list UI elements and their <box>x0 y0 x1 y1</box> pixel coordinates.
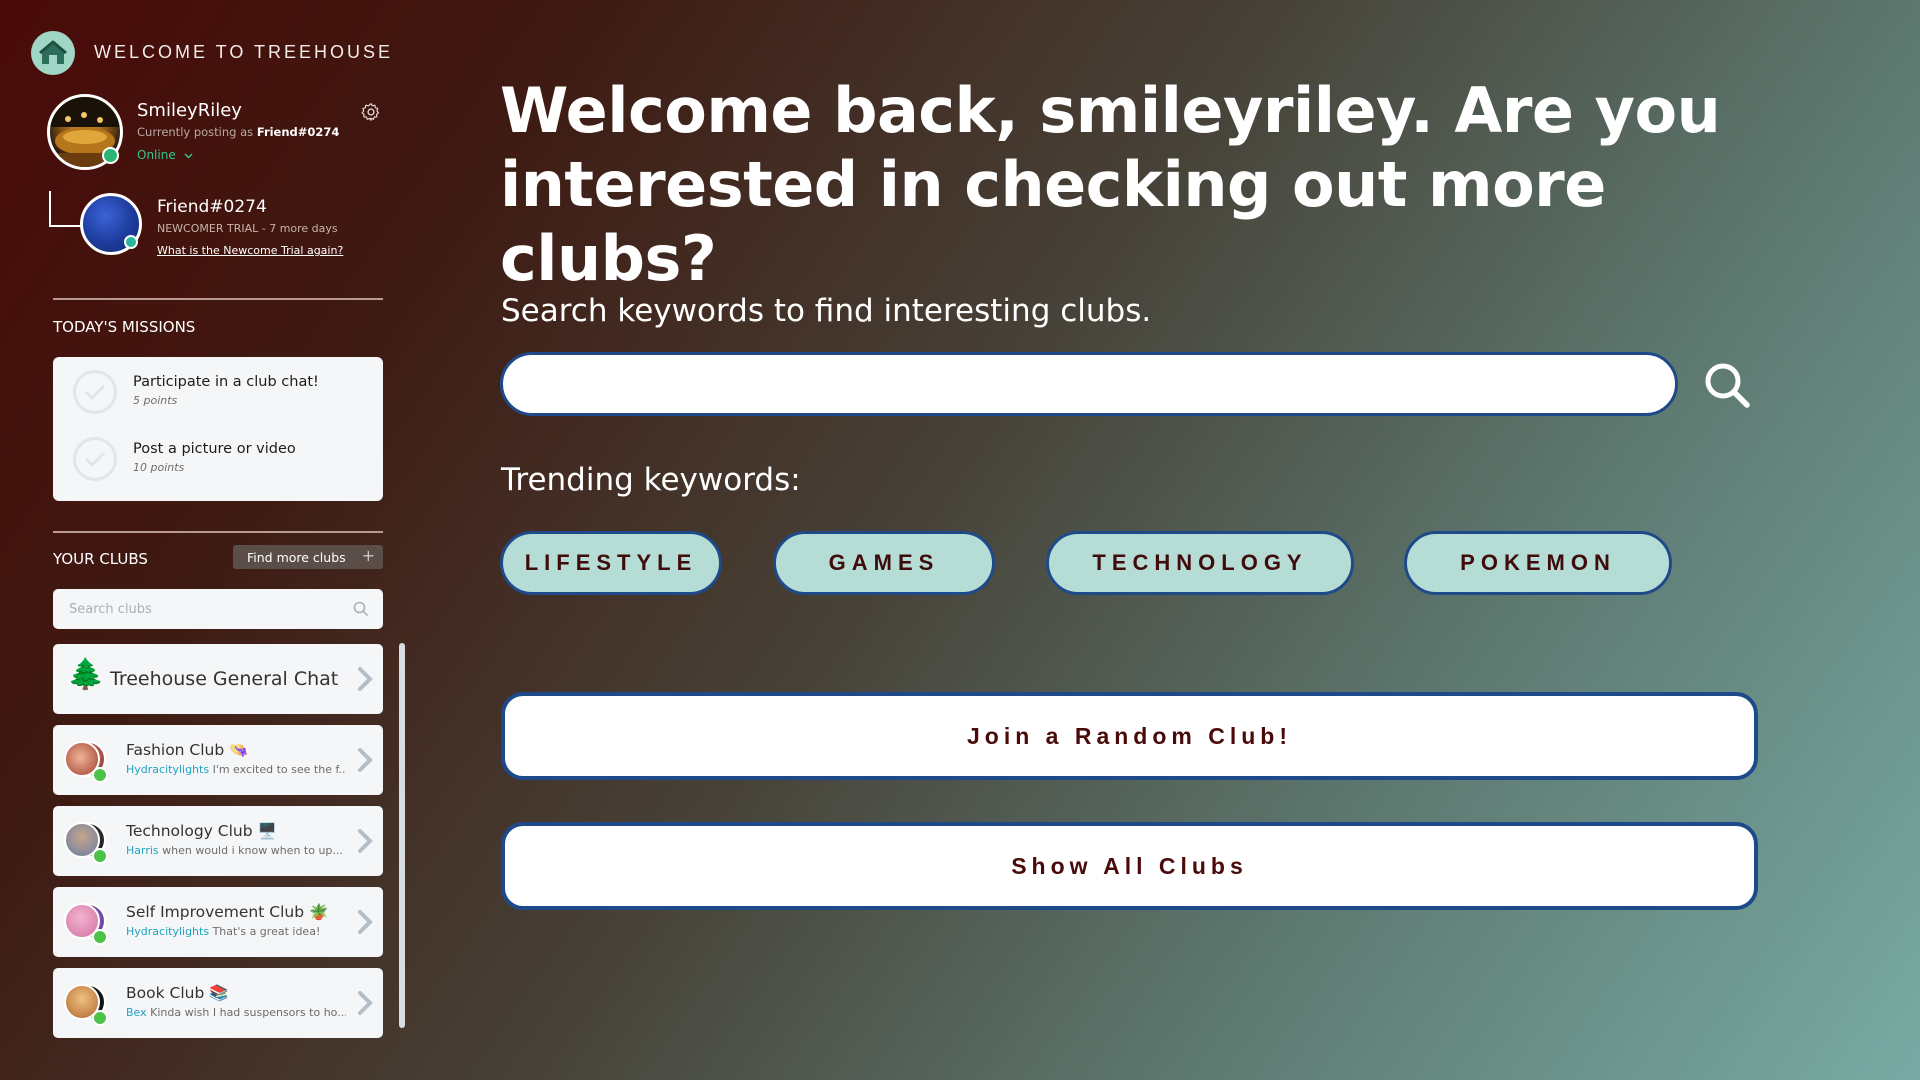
club-last-message: Hydracitylights That's a great idea! <box>126 925 346 938</box>
mission-item[interactable]: Participate in a club chat! 5 points <box>73 370 319 414</box>
club-avatar <box>64 820 108 864</box>
search-icon[interactable] <box>1702 360 1752 410</box>
plus-icon: + <box>361 546 375 565</box>
join-random-club-button[interactable]: Join a Random Club! <box>501 692 1758 780</box>
missions-card: Participate in a club chat! 5 points Pos… <box>53 357 383 501</box>
club-search-field[interactable] <box>53 589 383 629</box>
message-author: Hydracitylights <box>126 763 210 776</box>
club-name: Technology Club <box>126 822 253 840</box>
keyword-search-input[interactable] <box>503 355 1675 413</box>
club-avatar <box>64 901 108 945</box>
message-preview: Kinda wish I had suspensors to ho... <box>150 1006 346 1019</box>
chevron-down-icon <box>184 153 193 159</box>
chevron-right-icon <box>358 667 373 691</box>
your-clubs-title: YOUR CLUBS <box>53 550 148 568</box>
posting-prefix: Currently posting as <box>137 125 254 139</box>
chevron-right-icon <box>358 748 373 772</box>
message-preview: That's a great idea! <box>212 925 321 938</box>
check-circle-icon <box>73 370 117 414</box>
sidebar-divider <box>53 531 383 533</box>
mission-title: Participate in a club chat! <box>133 374 319 390</box>
club-item-fashion[interactable]: Fashion Club 👒 Hydracitylights I'm excit… <box>53 725 383 795</box>
chevron-right-icon <box>358 829 373 853</box>
show-all-clubs-button[interactable]: Show All Clubs <box>501 822 1758 910</box>
message-author: Hydracitylights <box>126 925 210 938</box>
sidebar-divider <box>53 298 383 300</box>
club-item-general-chat[interactable]: 🌲 Treehouse General Chat <box>53 644 383 714</box>
treehouse-logo[interactable] <box>31 31 75 75</box>
posting-as-text: Currently posting as Friend#0274 <box>137 125 339 139</box>
search-label: Search keywords to find interesting club… <box>501 293 1152 329</box>
newcomer-trial-text: NEWCOMER TRIAL - 7 more days <box>157 222 338 235</box>
message-author: Bex <box>126 1006 147 1019</box>
check-circle-icon <box>73 437 117 481</box>
club-name: Treehouse General Chat <box>110 668 339 690</box>
club-search-input[interactable] <box>67 600 341 618</box>
club-avatar <box>64 982 108 1026</box>
mission-item[interactable]: Post a picture or video 10 points <box>73 437 296 481</box>
trending-label: Trending keywords: <box>501 462 801 498</box>
search-icon[interactable] <box>353 601 369 617</box>
tree-icon: 🌲 <box>67 657 105 692</box>
keyword-pill-games[interactable]: GAMES <box>773 531 995 595</box>
find-more-label: Find more clubs <box>247 549 346 565</box>
profile-username: SmileyRiley <box>137 100 242 121</box>
online-status-dot <box>102 147 119 164</box>
status-label: Online <box>137 148 176 162</box>
friend-status-dot <box>124 235 138 249</box>
keyword-pill-lifestyle[interactable]: LIFESTYLE <box>500 531 722 595</box>
newcomer-trial-link[interactable]: What is the Newcome Trial again? <box>157 244 343 257</box>
brand-title: WELCOME TO TREEHOUSE <box>94 42 394 62</box>
missions-title: TODAY'S MISSIONS <box>53 318 196 336</box>
club-item-technology[interactable]: Technology Club 🖥️ Harris when would i k… <box>53 806 383 876</box>
club-name: Book Club <box>126 984 205 1002</box>
keyword-search-field[interactable] <box>500 352 1678 416</box>
status-selector[interactable]: Online <box>137 148 193 162</box>
message-preview: when would i know when to up... <box>162 844 343 857</box>
club-item-self-improvement[interactable]: Self Improvement Club 🪴 Hydracitylights … <box>53 887 383 957</box>
house-icon <box>39 40 67 64</box>
chevron-right-icon <box>358 910 373 934</box>
club-avatar <box>64 739 108 783</box>
club-name: Self Improvement Club <box>126 903 305 921</box>
keyword-pill-pokemon[interactable]: POKEMON <box>1404 531 1672 595</box>
mission-points: 5 points <box>133 394 178 407</box>
friend-name: Friend#0274 <box>157 197 267 217</box>
mission-points: 10 points <box>133 461 185 474</box>
club-emoji-icon: 👒 <box>229 741 249 759</box>
club-last-message: Bex Kinda wish I had suspensors to ho... <box>126 1006 346 1019</box>
message-author: Harris <box>126 844 159 857</box>
chevron-right-icon <box>358 991 373 1015</box>
club-last-message: Hydracitylights I'm excited to see the f… <box>126 763 346 776</box>
message-preview: I'm excited to see the f... <box>212 763 346 776</box>
club-last-message: Harris when would i know when to up... <box>126 844 346 857</box>
club-emoji-icon: 🪴 <box>309 903 329 921</box>
clubs-scrollbar[interactable] <box>399 643 405 1028</box>
club-item-book[interactable]: Book Club 📚 Bex Kinda wish I had suspens… <box>53 968 383 1038</box>
club-emoji-icon: 🖥️ <box>257 822 277 840</box>
settings-gear-icon[interactable] <box>361 102 381 126</box>
posting-identity: Friend#0274 <box>256 125 340 139</box>
find-more-clubs-button[interactable]: Find more clubs + <box>233 545 383 569</box>
mission-title: Post a picture or video <box>133 441 296 457</box>
club-emoji-icon: 📚 <box>209 984 229 1002</box>
welcome-headline: Welcome back, smileyriley. Are you inter… <box>500 74 1721 295</box>
club-name: Fashion Club <box>126 741 225 759</box>
keyword-pill-technology[interactable]: TECHNOLOGY <box>1046 531 1354 595</box>
